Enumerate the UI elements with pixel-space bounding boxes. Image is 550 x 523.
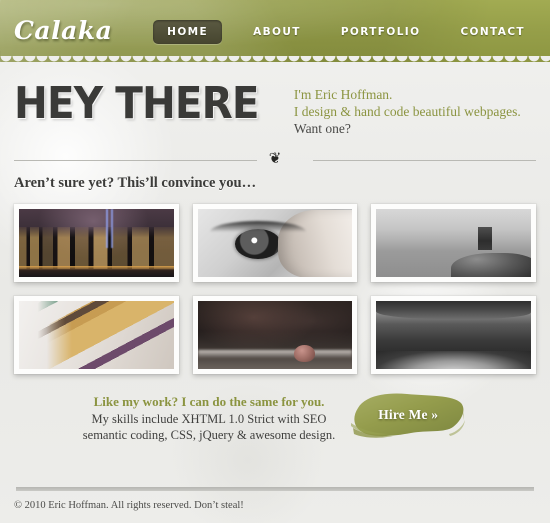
hand-shape <box>278 210 353 277</box>
portfolio-gallery <box>14 204 536 374</box>
site-logo[interactable]: Calaka <box>14 16 112 45</box>
hire-me-button[interactable]: Hire Me » <box>349 390 467 446</box>
intro-line-1: I'm Eric Hoffman. <box>293 87 393 102</box>
divider-rule-right <box>313 160 536 161</box>
main-navigation: HOME ABOUT PORTFOLIO CONTACT <box>153 20 534 44</box>
light-beams <box>105 209 116 249</box>
section-divider: ❦ <box>14 149 536 169</box>
thumbnail-image <box>19 209 174 277</box>
brush-stroke-icon <box>351 393 466 438</box>
thumbnail-image <box>197 209 353 277</box>
site-footer: © 2010 Eric Hoffman. All rights reserved… <box>0 487 550 523</box>
cta-line-2: My skills include XHTML 1.0 Strict with … <box>91 412 327 426</box>
gallery-item-lake-landscape[interactable] <box>371 296 536 374</box>
cta-lead-line: Like my work? I can do the same for you. <box>93 394 325 409</box>
gallery-item-coloured-pencils[interactable] <box>14 296 179 374</box>
thumbnail-image <box>376 301 531 369</box>
call-to-action: Like my work? I can do the same for you.… <box>14 390 536 446</box>
hero-section: HEY THERE I'm Eric Hoffman. I design & h… <box>0 62 550 137</box>
fleuron-ornament-icon: ❦ <box>268 149 282 167</box>
nav-item-contact[interactable]: CONTACT <box>451 20 534 44</box>
gallery-item-sea-post-long-exposure[interactable] <box>371 204 536 282</box>
footer-divider <box>16 487 534 491</box>
thumbnail-image <box>19 301 174 369</box>
cta-copy: Like my work? I can do the same for you.… <box>83 390 335 443</box>
copyright-text: © 2010 Eric Hoffman. All rights reserved… <box>14 500 244 511</box>
gallery-item-eye-closeup[interactable] <box>192 204 358 282</box>
nav-item-portfolio[interactable]: PORTFOLIO <box>332 20 430 44</box>
divider-rule-left <box>14 160 257 161</box>
header-scalloped-edge <box>0 56 550 68</box>
intro-line-2: I design & hand code beautiful webpages. <box>293 104 521 119</box>
gallery-item-city-skyline-night[interactable] <box>14 204 179 282</box>
nav-item-about[interactable]: ABOUT <box>244 20 310 44</box>
gallery-item-blurred-rose[interactable] <box>192 296 358 374</box>
hero-intro: I'm Eric Hoffman. I design & hand code b… <box>294 86 521 137</box>
section-subheading: Aren’t sure yet? This’ll convince you… <box>14 175 257 191</box>
intro-line-3: Want one? <box>293 121 351 136</box>
cta-line-3: semantic coding, CSS, jQuery & awesome d… <box>82 428 336 442</box>
page-title: HEY THERE <box>14 78 260 129</box>
nav-item-home[interactable]: HOME <box>153 20 223 44</box>
thumbnail-image <box>197 301 353 369</box>
site-header: Calaka HOME ABOUT PORTFOLIO CONTACT <box>0 0 550 68</box>
thumbnail-image <box>376 209 531 277</box>
